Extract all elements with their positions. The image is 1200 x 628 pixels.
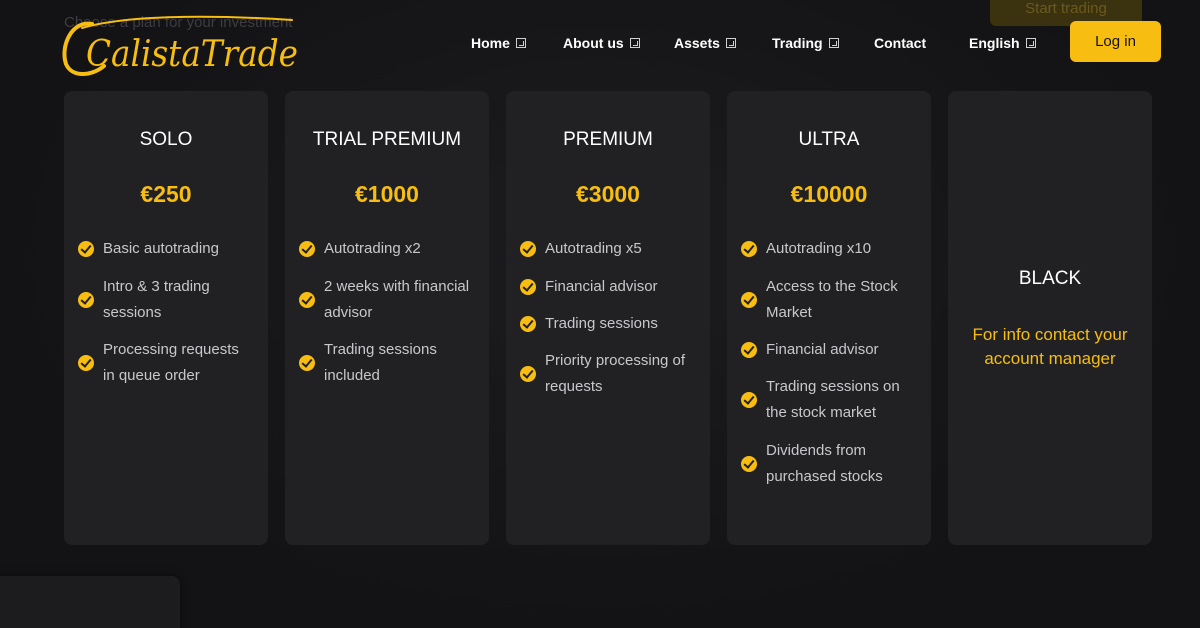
nav-item-assets[interactable]: Assets (674, 34, 736, 52)
check-icon (299, 355, 315, 371)
nav-item-contact[interactable]: Contact (874, 34, 926, 52)
plan-name: TRIAL PREMIUM (312, 129, 462, 150)
feature-text: 2 weeks with financial advisor (324, 278, 470, 321)
plan-name: PREMIUM (563, 129, 653, 150)
plan-feature: Trading sessions on the stock market (741, 374, 915, 426)
plan-feature: Dividends from purchased stocks (741, 438, 915, 490)
language-label: English (969, 35, 1020, 51)
plan-card-solo[interactable]: SOLO €250 Basic autotrading Intro & 3 tr… (64, 91, 268, 545)
plan-feature: Intro & 3 trading sessions (78, 274, 252, 326)
plan-name: BLACK (1018, 268, 1082, 289)
feature-text: Financial advisor (766, 341, 879, 358)
check-icon (78, 241, 94, 257)
plan-card-premium[interactable]: PREMIUM €3000 Autotrading x5 Financial a… (506, 91, 710, 545)
check-icon (299, 241, 315, 257)
feature-text: Autotrading x10 (766, 240, 872, 257)
dropdown-icon (725, 38, 736, 48)
check-icon (520, 366, 536, 382)
feature-text: Basic autotrading (103, 240, 219, 257)
check-icon (741, 292, 757, 308)
nav-item-home[interactable]: Home (471, 34, 526, 52)
feature-text: Trading sessions included (324, 341, 437, 384)
plan-feature: Financial advisor (741, 337, 915, 363)
nav-item-label: Trading (772, 35, 823, 51)
plan-card-black[interactable]: BLACK For info contact your account mana… (948, 91, 1152, 545)
plan-feature: Autotrading x5 (520, 236, 694, 262)
nav-item-label: Assets (674, 35, 720, 51)
plan-feature: Processing requests in queue order (78, 337, 252, 389)
feature-text: Access to the Stock Market (766, 278, 898, 321)
language-selector[interactable]: English (969, 34, 1036, 52)
plan-contact-info: For info contact your account manager (972, 325, 1128, 368)
dropdown-icon (828, 38, 839, 48)
feature-text: Financial advisor (545, 278, 658, 295)
feature-text: Intro & 3 trading sessions (103, 278, 210, 321)
corner-widget[interactable] (0, 576, 180, 628)
check-icon (741, 456, 757, 472)
feature-text: Autotrading x5 (545, 240, 642, 257)
plan-price: €1000 (355, 181, 419, 207)
plan-name: ULTRA (798, 129, 860, 150)
feature-text: Processing requests in queue order (103, 341, 239, 384)
check-icon (520, 316, 536, 332)
check-icon (78, 355, 94, 371)
plan-feature: Financial advisor (520, 274, 694, 300)
plan-price: €10000 (790, 181, 868, 207)
dropdown-icon (515, 38, 526, 48)
check-icon (741, 342, 757, 358)
check-icon (78, 292, 94, 308)
plan-feature: Autotrading x2 (299, 236, 473, 262)
dropdown-icon (629, 38, 640, 48)
check-icon (741, 392, 757, 408)
plan-feature: Trading sessions (520, 311, 694, 337)
nav-item-about-us[interactable]: About us (563, 34, 640, 52)
nav-item-label: Contact (874, 35, 927, 51)
plan-feature: 2 weeks with financial advisor (299, 274, 473, 326)
feature-text: Priority processing of requests (545, 352, 686, 395)
site-header: CalistaTrade Home About us Assets Tradin… (0, 0, 1200, 90)
plan-feature: Priority processing of requests (520, 348, 694, 400)
feature-text: Autotrading x2 (324, 240, 421, 257)
nav-item-trading[interactable]: Trading (772, 34, 839, 52)
plan-card-ultra[interactable]: ULTRA €10000 Autotrading x10 Access to t… (727, 91, 931, 545)
login-button[interactable]: Log in (1070, 21, 1161, 62)
main-nav: Home About us Assets Trading Contact Eng… (0, 0, 1200, 84)
plan-feature: Access to the Stock Market (741, 274, 915, 326)
check-icon (520, 279, 536, 295)
feature-text: Trading sessions on the stock market (766, 378, 900, 421)
nav-item-label: Home (471, 35, 510, 51)
nav-item-label: About us (563, 35, 624, 51)
plan-price: €250 (140, 181, 192, 207)
feature-text: Trading sessions (545, 315, 658, 332)
check-icon (741, 241, 757, 257)
plan-name: SOLO (139, 129, 193, 150)
check-icon (299, 292, 315, 308)
feature-text: Dividends from purchased stocks (766, 442, 883, 485)
plan-feature: Trading sessions included (299, 337, 473, 389)
plan-card-trial-premium[interactable]: TRIAL PREMIUM €1000 Autotrading x2 2 wee… (285, 91, 489, 545)
plan-feature: Basic autotrading (78, 236, 252, 262)
check-icon (520, 241, 536, 257)
plan-feature: Autotrading x10 (741, 236, 915, 262)
dropdown-icon (1025, 38, 1036, 48)
plan-price: €3000 (576, 181, 640, 207)
